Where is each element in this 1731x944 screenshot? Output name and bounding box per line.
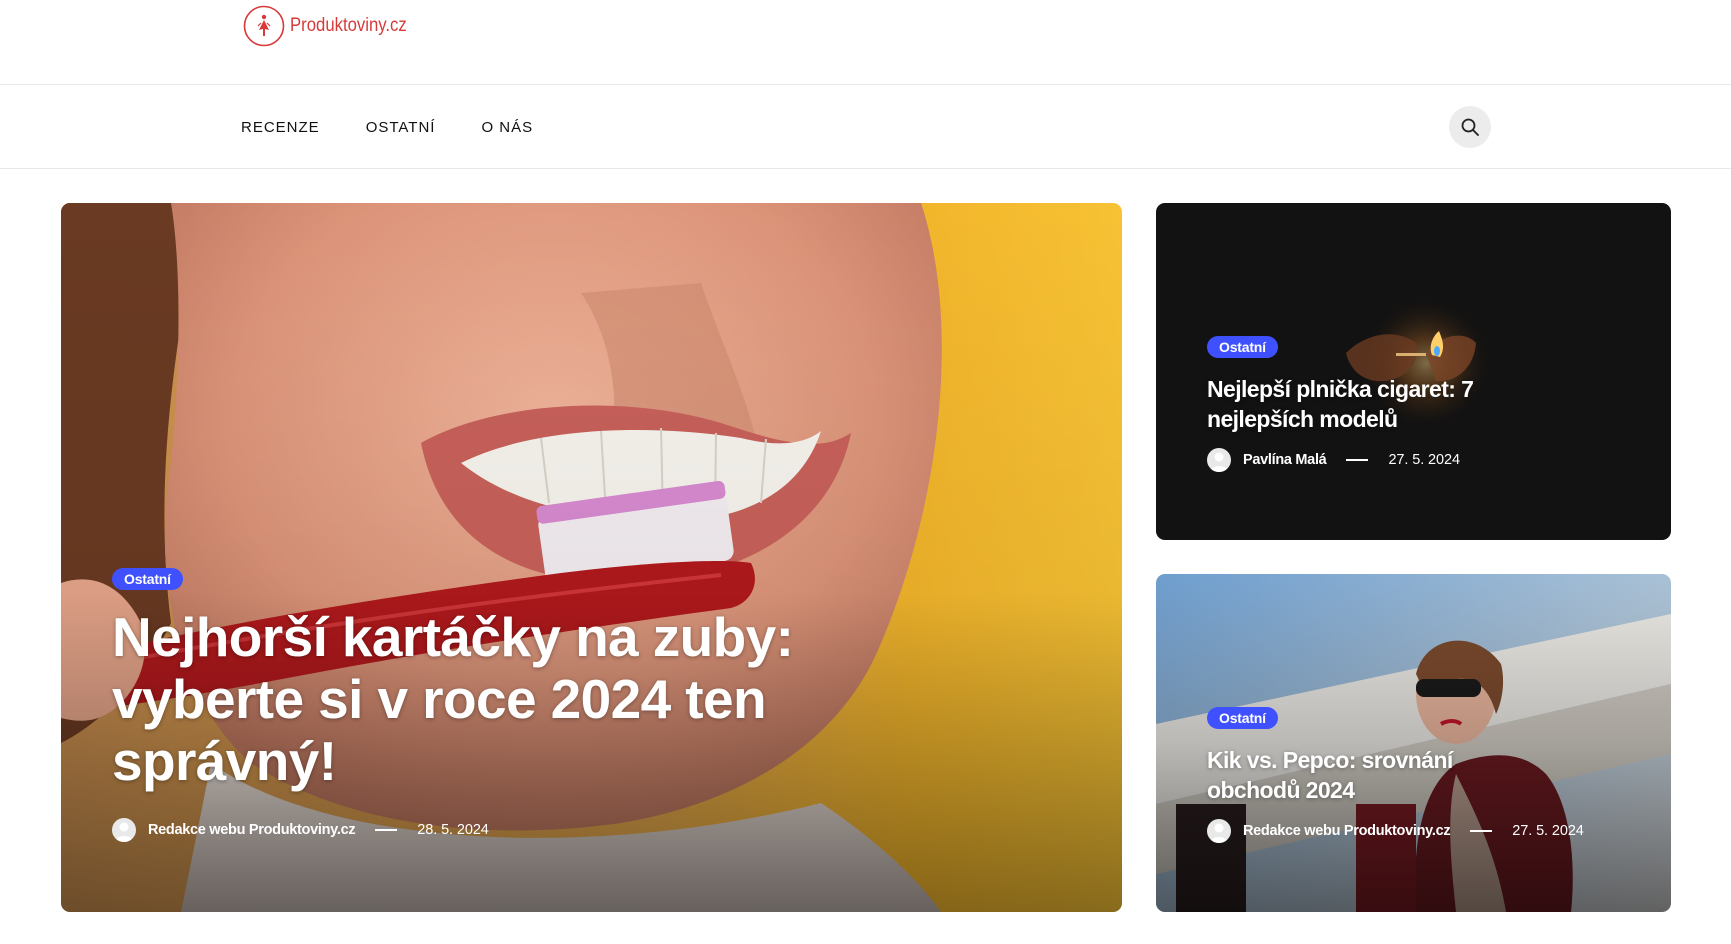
- author-name[interactable]: Redakce webu Produktoviny.cz: [148, 822, 356, 838]
- logo-icon: [243, 5, 285, 47]
- featured-main-content: Ostatní Nejhorší kartáčky na zuby: vyber…: [112, 568, 1082, 842]
- author-name[interactable]: Redakce webu Produktoviny.cz: [1243, 823, 1451, 839]
- site-header: Produktoviny.cz: [0, 0, 1731, 85]
- meta-separator: [1470, 830, 1493, 832]
- category-badge[interactable]: Ostatní: [112, 568, 183, 590]
- featured-main-title[interactable]: Nejhorší kartáčky na zuby: vyberte si v …: [112, 606, 812, 792]
- author-avatar: [112, 818, 136, 842]
- article-date: 27. 5. 2024: [1512, 823, 1584, 839]
- side-2-content: Ostatní Kik vs. Pepco: srovnání obchodů …: [1207, 707, 1631, 843]
- logo-text: Produktoviny.cz: [290, 15, 407, 36]
- side-2-title[interactable]: Kik vs. Pepco: srovnání obchodů 2024: [1207, 745, 1507, 805]
- nav-item-ostatni[interactable]: OSTATNÍ: [366, 119, 436, 136]
- meta-separator: [375, 829, 398, 831]
- side-1-title[interactable]: Nejlepší plnička cigaret: 7 nejlepších m…: [1207, 374, 1507, 434]
- article-meta: Redakce webu Produktoviny.cz 28. 5. 2024: [112, 818, 1082, 842]
- category-badge[interactable]: Ostatní: [1207, 336, 1278, 358]
- author-avatar: [1207, 448, 1231, 472]
- author-avatar: [1207, 819, 1231, 843]
- main-navigation: RECENZE OSTATNÍ O NÁS: [0, 86, 1731, 169]
- nav-item-recenze[interactable]: RECENZE: [241, 119, 320, 136]
- search-icon: [1461, 118, 1479, 136]
- category-badge[interactable]: Ostatní: [1207, 707, 1278, 729]
- article-date: 27. 5. 2024: [1388, 452, 1460, 468]
- nav-menu: RECENZE OSTATNÍ O NÁS: [241, 86, 533, 169]
- site-logo-link[interactable]: Produktoviny.cz: [242, 4, 423, 48]
- search-button[interactable]: [1449, 106, 1491, 148]
- article-meta: Pavlína Malá 27. 5. 2024: [1207, 448, 1631, 472]
- article-date: 28. 5. 2024: [417, 822, 489, 838]
- author-name[interactable]: Pavlína Malá: [1243, 452, 1327, 468]
- featured-article-side-2[interactable]: Ostatní Kik vs. Pepco: srovnání obchodů …: [1156, 574, 1671, 912]
- side-1-content: Ostatní Nejlepší plnička cigaret: 7 nejl…: [1207, 336, 1631, 472]
- featured-article-side-1[interactable]: Ostatní Nejlepší plnička cigaret: 7 nejl…: [1156, 203, 1671, 540]
- meta-separator: [1346, 459, 1369, 461]
- featured-article-main[interactable]: Ostatní Nejhorší kartáčky na zuby: vyber…: [61, 203, 1122, 912]
- nav-item-o-nas[interactable]: O NÁS: [481, 119, 533, 136]
- article-meta: Redakce webu Produktoviny.cz 27. 5. 2024: [1207, 819, 1631, 843]
